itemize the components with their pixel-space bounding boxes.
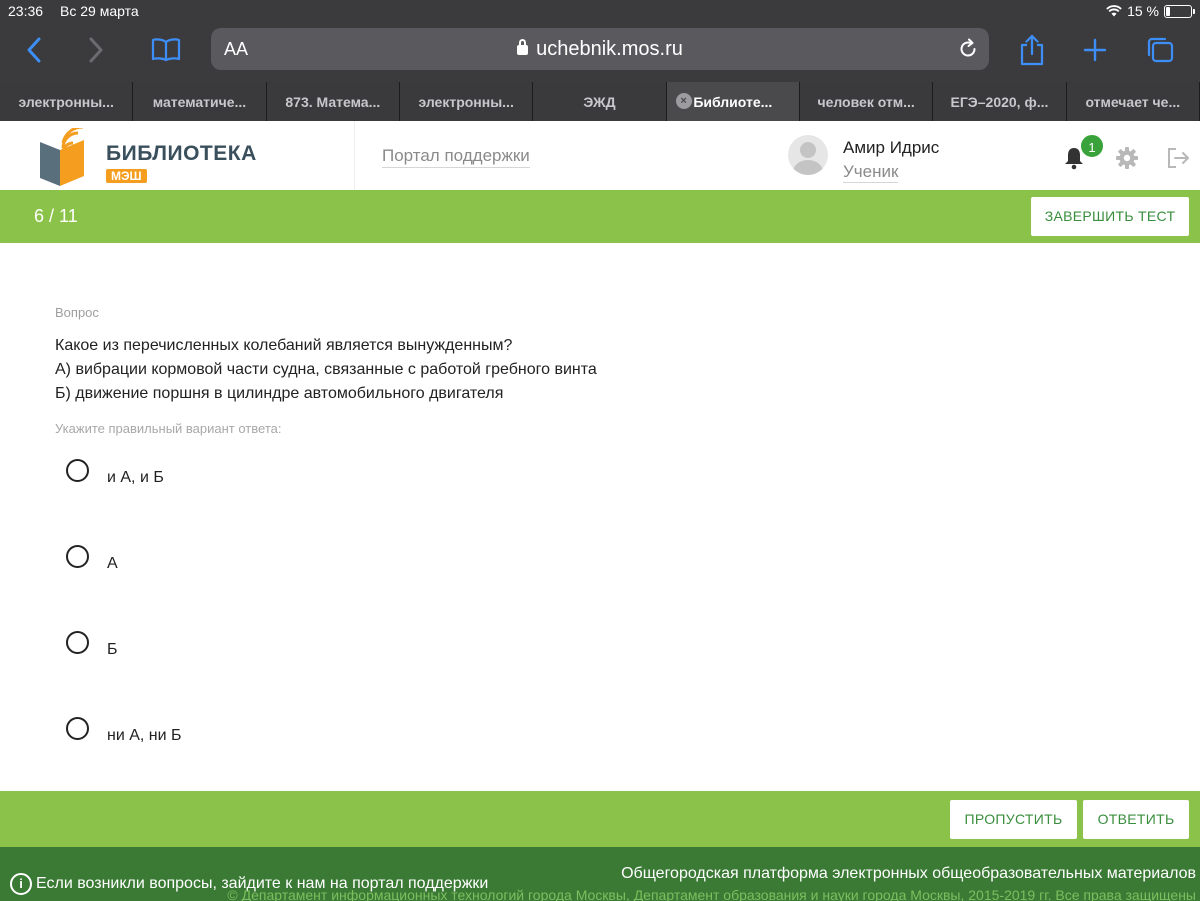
question-line: Б) движение поршня в цилиндре автомобиль… [55,385,504,402]
user-role: Ученик [843,162,899,183]
browser-tab-label: 873. Матема... [285,93,381,110]
option-label: А [107,555,118,572]
browser-tab-label: электронны... [418,93,514,110]
tabs-overview-button[interactable] [1140,32,1180,68]
browser-tab-label: электронны... [18,93,114,110]
browser-tab[interactable]: человек отм... [799,82,934,121]
url-display: uchebnik.mos.ru [211,38,989,61]
gear-icon [1116,147,1138,169]
book-icon [151,38,181,62]
answer-option[interactable]: А [66,545,466,585]
status-bar: 23:36 Вс 29 марта 15 % [0,0,1200,24]
status-right: 15 % [1106,3,1195,19]
answer-button[interactable]: ОТВЕТИТЬ [1083,800,1189,839]
question-label: Вопрос [55,305,99,320]
back-button[interactable] [14,32,54,68]
status-date: Вс 29 марта [60,3,139,19]
library-logo[interactable]: БИБЛИОТЕКА МЭШ [36,128,256,188]
share-button[interactable] [1012,32,1052,68]
info-icon: i [10,873,32,895]
notification-badge: 1 [1079,133,1105,159]
test-topbar: 6 / 11 ЗАВЕРШИТЬ ТЕСТ [0,190,1200,243]
browser-tab[interactable]: ЕГЭ–2020, ф... [933,82,1067,121]
close-tab-icon[interactable]: × [675,93,692,109]
new-tab-button[interactable] [1075,32,1115,68]
battery-percent: 15 % [1127,3,1159,19]
bookmarks-button[interactable] [146,32,186,68]
avatar[interactable] [788,135,828,175]
question-line: А) вибрации кормовой части судна, связан… [55,361,597,378]
question-text: Какое из перечисленных колебаний являетс… [55,334,597,406]
header-divider [354,121,355,190]
radio-button[interactable] [66,631,89,654]
browser-tab[interactable]: отмечает че... [1066,82,1200,121]
settings-button[interactable] [1115,146,1139,175]
share-icon [1020,34,1044,66]
skip-button[interactable]: ПРОПУСТИТЬ [950,800,1077,839]
logo-badge: МЭШ [106,169,147,183]
radio-button[interactable] [66,459,89,482]
book-logo-icon [40,128,84,186]
option-label: ни А, ни Б [107,727,182,744]
answer-option[interactable]: ни А, ни Б [66,717,466,757]
browser-tab-label: ЕГЭ–2020, ф... [950,93,1049,110]
reload-button[interactable] [957,38,979,65]
browser-tab-label: человек отм... [817,93,915,110]
reload-icon [960,38,976,57]
user-name[interactable]: Амир Идрис [843,138,939,158]
radio-button[interactable] [66,545,89,568]
tabs-icon [1147,37,1174,63]
logout-icon [1168,148,1189,168]
url-text: uchebnik.mos.ru [536,38,683,60]
footer: i Если возникли вопросы, зайдите к нам н… [0,847,1200,901]
chevron-right-icon [89,37,103,63]
plus-icon [1083,38,1107,62]
finish-test-button[interactable]: ЗАВЕРШИТЬ ТЕСТ [1031,197,1189,236]
logout-button[interactable] [1166,146,1190,175]
radio-button[interactable] [66,717,89,740]
logo-title: БИБЛИОТЕКА [106,142,257,165]
browser-tab-label: отмечает че... [1085,93,1181,110]
browser-tab[interactable]: ЭЖД [533,82,667,121]
browser-toolbar: AA uchebnik.mos.ru [0,24,1200,82]
option-label: и А, и Б [107,469,164,486]
forward-button[interactable] [76,32,116,68]
footer-platform: Общегородская платформа электронных обще… [621,865,1196,882]
tab-bar: электронны... математиче... 873. Матема...… [0,82,1200,121]
site-header: БИБЛИОТЕКА МЭШ Портал поддержки Амир Идр… [0,121,1200,190]
browser-tab[interactable]: электронны... [0,82,134,121]
browser-tab-label: математиче... [152,93,247,110]
question-progress: 6 / 11 [34,206,78,226]
status-time: 23:36 [8,3,44,19]
answer-hint: Укажите правильный вариант ответа: [55,421,282,436]
test-bottombar: ПРОПУСТИТЬ ОТВЕТИТЬ [0,791,1200,847]
browser-tab-label: ЭЖД [583,93,616,110]
support-portal-link[interactable]: Портал поддержки [382,146,530,168]
lock-icon [517,39,529,55]
browser-tab-label: Библиоте... [693,93,773,110]
question-line: Какое из перечисленных колебаний являетс… [55,337,513,354]
answer-option[interactable]: Б [66,631,466,671]
browser-tab[interactable]: 873. Матема... [266,82,400,121]
chevron-left-icon [27,37,41,63]
wifi-icon [1106,5,1122,17]
browser-tab[interactable]: × Библиоте... [666,82,800,121]
battery-icon [1164,4,1195,18]
answer-option[interactable]: и А, и Б [66,459,466,499]
address-bar[interactable]: AA uchebnik.mos.ru [211,28,989,70]
browser-tab[interactable]: математиче... [133,82,267,121]
browser-tab[interactable]: электронны... [399,82,534,121]
footer-copyright: © Департамент информационных технологий … [227,887,1196,901]
option-label: Б [107,641,118,658]
